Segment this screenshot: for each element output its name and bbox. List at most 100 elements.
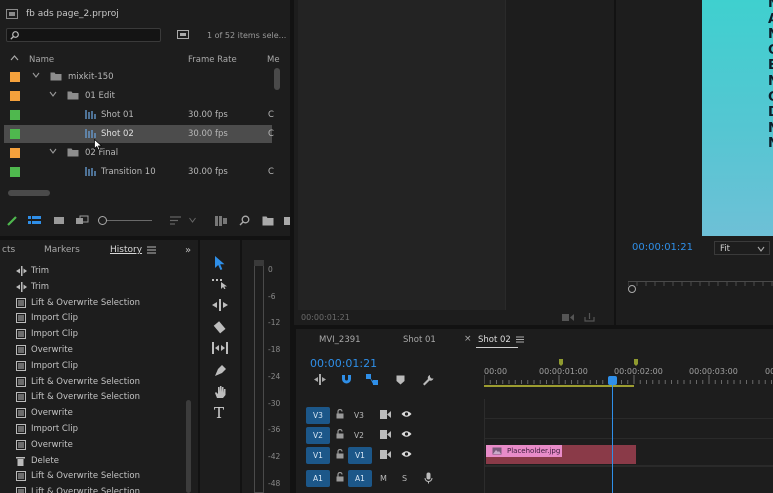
panel-menu-icon[interactable]: [147, 246, 156, 254]
add-marker-icon[interactable]: [396, 375, 405, 385]
snap-icon[interactable]: [341, 374, 352, 385]
microphone-icon[interactable]: [424, 472, 433, 484]
history-item[interactable]: Delete: [16, 454, 186, 470]
tab-markers[interactable]: Markers: [44, 245, 80, 255]
timeline-playhead[interactable]: [612, 377, 613, 493]
fit-dropdown[interactable]: Fit: [714, 241, 770, 255]
history-item[interactable]: Lift & Overwrite Selection: [16, 469, 186, 485]
history-item[interactable]: Lift & Overwrite Selection: [16, 485, 186, 493]
source-patch-v1[interactable]: V1: [348, 447, 372, 464]
tab-shot-02[interactable]: Shot 02: [478, 335, 511, 345]
sync-lock-icon[interactable]: [380, 410, 391, 419]
track-target-a1[interactable]: A1: [306, 470, 330, 487]
track-target-v2[interactable]: V2: [306, 427, 330, 444]
chevron-down-icon[interactable]: [49, 147, 57, 155]
panel-divider[interactable]: [290, 0, 294, 493]
history-item[interactable]: Lift & Overwrite Selection: [16, 375, 186, 391]
eye-icon[interactable]: [401, 430, 412, 438]
history-item[interactable]: Import Clip: [16, 359, 186, 375]
new-bin-icon[interactable]: [262, 216, 274, 226]
export-frame-icon[interactable]: [584, 312, 595, 322]
lock-icon[interactable]: [336, 449, 344, 459]
source-patch-a1[interactable]: A1: [348, 470, 372, 487]
panel-divider[interactable]: [294, 325, 773, 329]
history-item[interactable]: Import Clip: [16, 311, 186, 327]
list-view-icon[interactable]: [28, 215, 41, 226]
column-media[interactable]: Me: [267, 55, 280, 65]
zoom-slider-handle[interactable]: [98, 216, 107, 225]
label-swatch[interactable]: [10, 129, 20, 139]
freeform-view-icon[interactable]: [75, 215, 90, 226]
track-area[interactable]: Placeholder.jpg: [484, 399, 773, 493]
ripple-edit-tool-icon[interactable]: [212, 299, 228, 311]
history-item[interactable]: Trim: [16, 280, 186, 296]
project-row[interactable]: Transition 10 30.00 fps C: [4, 163, 274, 181]
panel-overflow-icon[interactable]: »: [185, 245, 191, 256]
program-playhead-handle[interactable]: [628, 285, 636, 293]
new-bin-icon[interactable]: [177, 29, 189, 39]
chevron-down-icon[interactable]: [32, 71, 40, 79]
sort-chevron-up-icon[interactable]: [10, 54, 19, 62]
history-item[interactable]: Overwrite: [16, 343, 186, 359]
chevron-down-icon[interactable]: [49, 90, 57, 98]
razor-tool-icon[interactable]: [213, 320, 227, 334]
project-search-input[interactable]: [6, 28, 161, 42]
program-timecode[interactable]: 00:00:01:21: [632, 242, 693, 253]
project-row[interactable]: 01 Edit: [4, 87, 272, 105]
lock-icon[interactable]: [336, 429, 344, 439]
insert-icon[interactable]: [562, 313, 574, 322]
wrench-icon[interactable]: [422, 374, 434, 386]
sync-lock-icon[interactable]: [380, 430, 391, 439]
history-item[interactable]: Import Clip: [16, 327, 186, 343]
label-swatch[interactable]: [10, 91, 20, 101]
chevron-down-icon[interactable]: [189, 217, 196, 223]
pencil-icon[interactable]: [6, 215, 18, 227]
tab-effects[interactable]: cts: [2, 245, 15, 255]
eye-icon[interactable]: [401, 410, 412, 418]
history-item[interactable]: Trim: [16, 264, 186, 280]
panel-menu-icon[interactable]: [516, 336, 524, 343]
project-row-selected[interactable]: Shot 02 30.00 fps C: [4, 125, 274, 143]
label-swatch[interactable]: [10, 148, 20, 158]
slip-tool-icon[interactable]: [212, 342, 228, 354]
type-tool-icon[interactable]: T: [214, 404, 224, 422]
linked-selection-icon[interactable]: [366, 374, 378, 385]
playhead-handle[interactable]: [608, 376, 617, 385]
sort-icons-icon[interactable]: [170, 216, 182, 225]
history-item[interactable]: Overwrite: [16, 438, 186, 454]
zoom-slider[interactable]: [107, 220, 152, 221]
program-time-ruler[interactable]: [628, 281, 773, 291]
icon-view-icon[interactable]: [53, 215, 65, 226]
eye-icon[interactable]: [401, 450, 412, 458]
track-target-v3[interactable]: V3: [306, 407, 330, 424]
track-target-v1[interactable]: V1: [306, 447, 330, 464]
label-swatch[interactable]: [10, 72, 20, 82]
panel-divider[interactable]: [614, 0, 616, 325]
track-select-tool-icon[interactable]: [212, 277, 228, 289]
label-swatch[interactable]: [10, 110, 20, 120]
clip-placeholder[interactable]: Placeholder.jpg: [486, 445, 636, 464]
find-icon[interactable]: [239, 215, 250, 226]
lock-icon[interactable]: [336, 472, 344, 482]
selection-tool-icon[interactable]: [214, 255, 226, 271]
history-item[interactable]: Overwrite: [16, 406, 186, 422]
project-row[interactable]: mixkit-150: [4, 68, 272, 86]
sync-lock-icon[interactable]: [380, 450, 391, 459]
pen-tool-icon[interactable]: [213, 364, 227, 378]
column-frame-rate[interactable]: Frame Rate: [188, 55, 237, 65]
history-item[interactable]: Lift & Overwrite Selection: [16, 296, 186, 312]
hand-tool-icon[interactable]: [213, 385, 227, 399]
tab-shot-01[interactable]: Shot 01: [403, 335, 436, 345]
horizontal-scrollbar[interactable]: [8, 190, 50, 196]
project-row[interactable]: Shot 01 30.00 fps C: [4, 106, 274, 124]
panel-divider[interactable]: [240, 240, 242, 493]
lock-icon[interactable]: [336, 409, 344, 419]
source-timecode[interactable]: 00:00:01:21: [301, 313, 350, 322]
insert-sequence-icon[interactable]: [314, 374, 326, 385]
timeline-timecode[interactable]: 00:00:01:21: [310, 357, 377, 370]
automate-to-sequence-icon[interactable]: [215, 216, 228, 226]
history-item[interactable]: Lift & Overwrite Selection: [16, 390, 186, 406]
solo-button[interactable]: S: [402, 474, 407, 483]
panel-divider[interactable]: [198, 240, 200, 493]
project-row[interactable]: 02 Final: [4, 144, 272, 162]
